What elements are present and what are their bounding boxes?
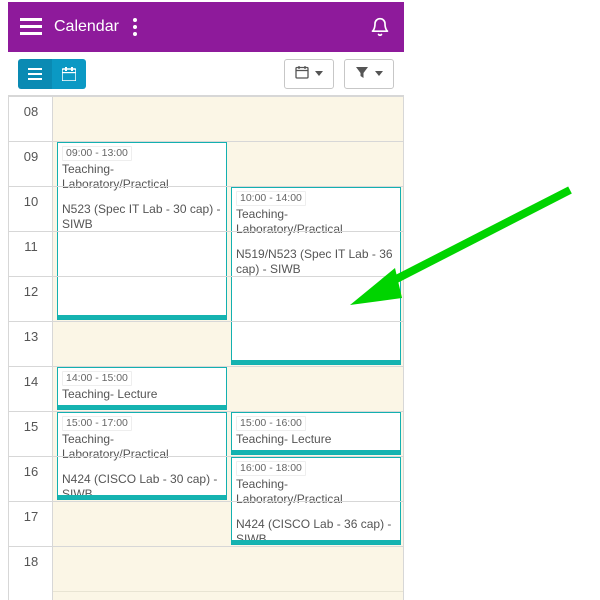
page-title: Calendar — [54, 18, 119, 36]
event-location: N519/N523 (Spec IT Lab - 36 cap) - SIWB — [236, 247, 396, 277]
hour-label: 17 — [9, 509, 53, 524]
filter-button[interactable] — [344, 59, 394, 89]
calendar-event[interactable]: 15:00 - 16:00Teaching- Lecture — [231, 412, 401, 455]
hour-label: 15 — [9, 419, 53, 434]
calendar-day-view[interactable]: 0809101112131415161718 09:00 - 13:00Teac… — [8, 96, 404, 600]
event-title: Teaching- Laboratory/Practical — [236, 207, 396, 237]
event-title: Teaching- Lecture — [236, 432, 396, 447]
event-title: Teaching- Laboratory/Practical — [62, 162, 222, 192]
hour-label: 12 — [9, 284, 53, 299]
list-view-button[interactable] — [18, 59, 52, 89]
overflow-menu-icon[interactable] — [133, 15, 137, 39]
date-picker-button[interactable] — [284, 59, 334, 89]
event-time: 09:00 - 13:00 — [62, 146, 132, 161]
notifications-icon[interactable] — [370, 16, 390, 43]
event-time: 15:00 - 16:00 — [236, 416, 306, 431]
calendar-view-button[interactable] — [52, 59, 86, 89]
calendar-small-icon — [295, 65, 309, 82]
event-time: 16:00 - 18:00 — [236, 461, 306, 476]
app-header: Calendar — [8, 2, 404, 52]
event-location: N523 (Spec IT Lab - 30 cap) - SIWB — [62, 202, 222, 232]
hour-label: 13 — [9, 329, 53, 344]
event-title: Teaching- Laboratory/Practical — [236, 477, 396, 507]
chevron-down-icon — [315, 71, 323, 76]
chevron-down-icon — [375, 71, 383, 76]
hour-label: 16 — [9, 464, 53, 479]
hour-label: 08 — [9, 104, 53, 119]
event-title: Teaching- Lecture — [62, 387, 222, 402]
time-gutter: 08 09 10 11 12 13 14 15 16 17 18 — [9, 96, 53, 600]
hour-label: 18 — [9, 554, 53, 569]
menu-icon[interactable] — [20, 18, 42, 36]
hour-label: 11 — [9, 239, 53, 254]
event-time: 14:00 - 15:00 — [62, 371, 132, 386]
event-time: 10:00 - 14:00 — [236, 191, 306, 206]
event-title: Teaching- Laboratory/Practical — [62, 432, 222, 462]
calendar-toolbar — [8, 52, 404, 96]
hour-label: 09 — [9, 149, 53, 164]
hour-label: 14 — [9, 374, 53, 389]
hour-label: 10 — [9, 194, 53, 209]
day-column[interactable]: 09:00 - 13:00Teaching- Laboratory/Practi… — [53, 96, 403, 600]
filter-icon — [355, 65, 369, 82]
event-time: 15:00 - 17:00 — [62, 416, 132, 431]
calendar-event[interactable]: 14:00 - 15:00Teaching- Lecture — [57, 367, 227, 410]
